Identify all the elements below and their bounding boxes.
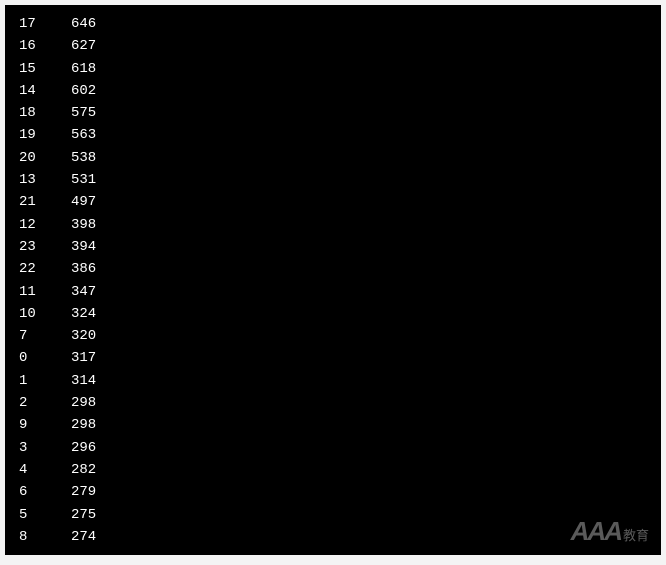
row-col2: 646 xyxy=(71,13,96,35)
row-col1: 16 xyxy=(19,35,71,57)
row-col2: 398 xyxy=(71,214,96,236)
output-row: 13531 xyxy=(19,169,647,191)
row-col2: 394 xyxy=(71,236,96,258)
row-col1: 12 xyxy=(19,214,71,236)
row-col1: 15 xyxy=(19,58,71,80)
row-col2: 320 xyxy=(71,325,96,347)
output-row: 9298 xyxy=(19,414,647,436)
row-col1: 22 xyxy=(19,258,71,280)
output-row: 8274 xyxy=(19,526,647,548)
row-col1: 4 xyxy=(19,459,71,481)
output-row: 6279 xyxy=(19,481,647,503)
row-col1: 14 xyxy=(19,80,71,102)
row-col1: 23 xyxy=(19,236,71,258)
output-row: 0317 xyxy=(19,347,647,369)
row-col2: 531 xyxy=(71,169,96,191)
row-col2: 282 xyxy=(71,459,96,481)
row-col2: 602 xyxy=(71,80,96,102)
output-row: 14602 xyxy=(19,80,647,102)
row-col1: 13 xyxy=(19,169,71,191)
row-col2: 347 xyxy=(71,281,96,303)
output-row: 5275 xyxy=(19,504,647,526)
output-row: 10324 xyxy=(19,303,647,325)
row-col2: 386 xyxy=(71,258,96,280)
row-col1: 11 xyxy=(19,281,71,303)
output-row: 19563 xyxy=(19,124,647,146)
row-col2: 314 xyxy=(71,370,96,392)
output-row: 11347 xyxy=(19,281,647,303)
row-col2: 497 xyxy=(71,191,96,213)
output-row: 7320 xyxy=(19,325,647,347)
output-row: 12398 xyxy=(19,214,647,236)
row-col1: 19 xyxy=(19,124,71,146)
row-col1: 18 xyxy=(19,102,71,124)
row-col2: 324 xyxy=(71,303,96,325)
row-col1: 1 xyxy=(19,370,71,392)
row-col2: 538 xyxy=(71,147,96,169)
output-row: 2298 xyxy=(19,392,647,414)
row-col1: 3 xyxy=(19,437,71,459)
output-row: 22386 xyxy=(19,258,647,280)
output-row: 17646 xyxy=(19,13,647,35)
output-row: 23394 xyxy=(19,236,647,258)
row-col1: 21 xyxy=(19,191,71,213)
row-col2: 298 xyxy=(71,392,96,414)
row-col2: 275 xyxy=(71,504,96,526)
row-col2: 618 xyxy=(71,58,96,80)
output-row: 16627 xyxy=(19,35,647,57)
row-col1: 2 xyxy=(19,392,71,414)
output-row: 21497 xyxy=(19,191,647,213)
row-col2: 298 xyxy=(71,414,96,436)
row-col2: 274 xyxy=(71,526,96,548)
row-col1: 5 xyxy=(19,504,71,526)
row-col1: 8 xyxy=(19,526,71,548)
output-row: 15618 xyxy=(19,58,647,80)
row-col1: 7 xyxy=(19,325,71,347)
row-col2: 279 xyxy=(71,481,96,503)
output-row: 18575 xyxy=(19,102,647,124)
row-col1: 6 xyxy=(19,481,71,503)
row-col2: 627 xyxy=(71,35,96,57)
row-col1: 17 xyxy=(19,13,71,35)
output-row: 3296 xyxy=(19,437,647,459)
row-col2: 317 xyxy=(71,347,96,369)
output-rows: 1764616627156181460218575195632053813531… xyxy=(19,13,647,548)
row-col1: 10 xyxy=(19,303,71,325)
output-row: 1314 xyxy=(19,370,647,392)
output-row: 20538 xyxy=(19,147,647,169)
row-col1: 20 xyxy=(19,147,71,169)
output-row: 4282 xyxy=(19,459,647,481)
row-col1: 0 xyxy=(19,347,71,369)
row-col2: 575 xyxy=(71,102,96,124)
row-col2: 563 xyxy=(71,124,96,146)
terminal-output: 1764616627156181460218575195632053813531… xyxy=(5,5,661,555)
row-col1: 9 xyxy=(19,414,71,436)
row-col2: 296 xyxy=(71,437,96,459)
